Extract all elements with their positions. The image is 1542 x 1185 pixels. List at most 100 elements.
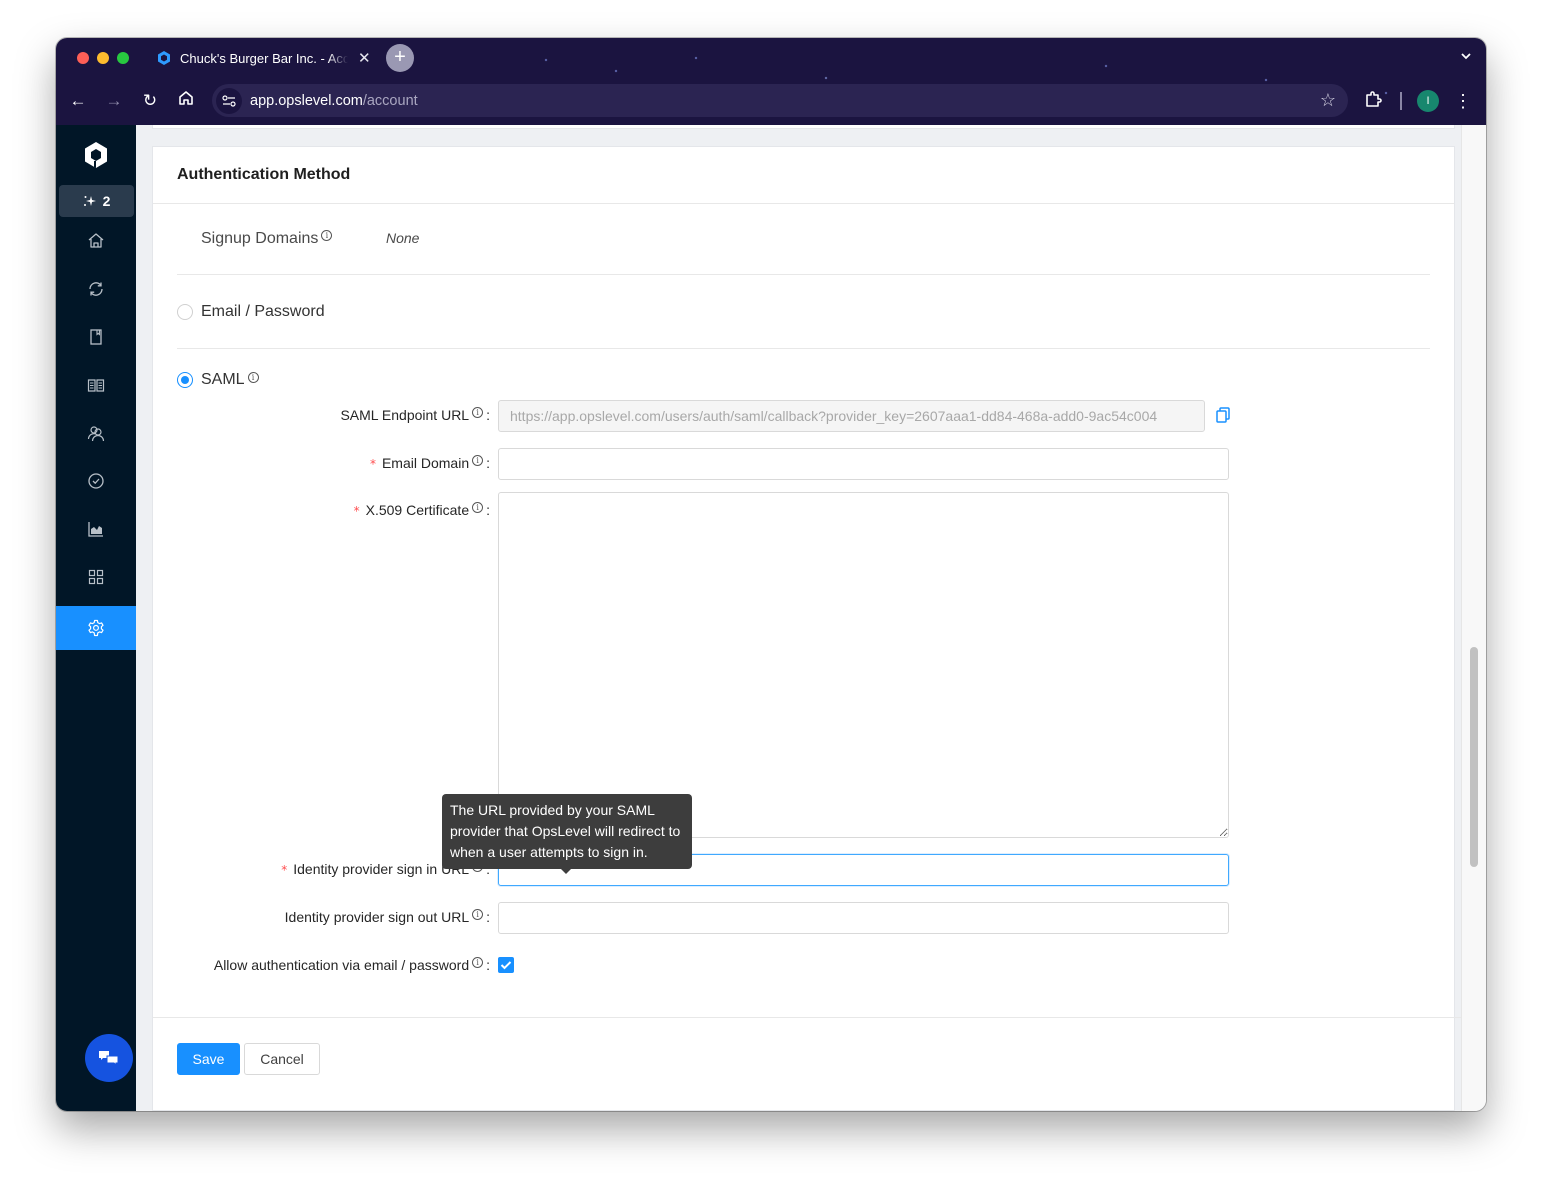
sidebar-item-teams[interactable] — [56, 411, 136, 455]
save-button[interactable]: Save — [177, 1043, 240, 1075]
checkmark-icon — [500, 961, 512, 970]
certificate-row: * X.509 Certificate i: — [177, 492, 1237, 843]
area-chart-icon — [88, 522, 103, 537]
email-domain-label: * Email Domain i: — [177, 448, 490, 480]
info-icon[interactable]: i — [247, 371, 259, 383]
email-domain-input[interactable] — [498, 448, 1229, 480]
saml-label: SAML — [201, 371, 245, 388]
sidebar-item-checks[interactable] — [56, 459, 136, 503]
new-tab-button[interactable]: + — [386, 44, 414, 72]
opslevel-favicon-icon — [158, 51, 170, 65]
browser-tab[interactable]: Chuck's Burger Bar Inc. - Account ✕ — [148, 44, 378, 72]
email-domain-field — [498, 448, 1229, 480]
sidebar-item-integrations[interactable] — [56, 555, 136, 599]
info-icon[interactable]: i — [472, 455, 484, 466]
signout-url-row: Identity provider sign out URL i: — [177, 902, 1237, 934]
saml-endpoint-row: SAML Endpoint URL i: — [177, 400, 1237, 432]
sidebar-item-reports[interactable] — [56, 507, 136, 551]
required-mark: * — [281, 863, 288, 877]
card-footer: Save Cancel — [153, 1017, 1461, 1111]
tab-search-chevron-icon[interactable] — [1460, 48, 1472, 63]
site-settings-icon[interactable] — [216, 87, 242, 114]
label-colon: : — [486, 407, 490, 423]
page-scrollbar[interactable] — [1461, 125, 1486, 1111]
cancel-button[interactable]: Cancel — [244, 1043, 320, 1075]
certificate-label-text: X.509 Certificate — [365, 502, 470, 518]
ai-suggestions-button[interactable]: 2 — [59, 185, 134, 217]
allow-password-checkbox[interactable] — [498, 957, 514, 973]
email-domain-row: * Email Domain i: — [177, 448, 1237, 480]
certificate-textarea[interactable] — [498, 492, 1229, 838]
card-title: Authentication Method — [177, 166, 351, 183]
ai-suggestions-count: 2 — [102, 193, 111, 209]
tab-title: Chuck's Burger Bar Inc. - Account — [180, 50, 348, 66]
book-icon — [90, 329, 102, 345]
label-colon: : — [486, 909, 490, 925]
forward-arrow-icon[interactable]: → — [103, 90, 125, 112]
url-path: /account — [362, 92, 418, 109]
chat-bubbles-icon — [99, 1051, 119, 1067]
card-header: Authentication Method — [153, 147, 1454, 204]
profile-avatar[interactable]: I — [1417, 90, 1439, 112]
allow-password-label: Allow authentication via email / passwor… — [177, 950, 490, 973]
sparkle-icon — [83, 196, 96, 206]
grid-icon — [88, 569, 104, 585]
signup-domains-label-text: Signup Domains — [201, 230, 319, 247]
reload-icon[interactable]: ↻ — [139, 90, 161, 112]
browser-window: Chuck's Burger Bar Inc. - Account ✕ + ← … — [56, 38, 1486, 1111]
info-icon[interactable]: i — [472, 957, 484, 968]
home-icon — [88, 233, 104, 248]
saml-endpoint-input — [498, 400, 1205, 432]
home-button[interactable] — [175, 90, 197, 112]
home-icon — [179, 91, 193, 105]
sidebar-item-docs[interactable] — [56, 363, 136, 407]
tab-close-icon[interactable]: ✕ — [358, 49, 371, 67]
support-chat-button[interactable] — [85, 1034, 133, 1082]
opslevel-logo-icon[interactable] — [82, 141, 110, 169]
signout-url-input[interactable] — [498, 902, 1229, 934]
gear-icon — [88, 619, 104, 637]
info-icon[interactable]: i — [321, 230, 333, 241]
signin-url-row: *Identity provider sign in URLi: — [177, 854, 1237, 886]
sync-icon — [89, 282, 103, 296]
email-password-option[interactable]: Email / Password — [177, 276, 1430, 349]
close-window-button[interactable] — [77, 52, 89, 64]
saml-radio[interactable] — [177, 372, 193, 388]
minimize-window-button[interactable] — [97, 52, 109, 64]
sidebar-item-home[interactable] — [56, 219, 136, 263]
info-icon[interactable]: i — [472, 909, 484, 920]
extensions-puzzle-icon[interactable] — [1364, 90, 1386, 112]
users-icon — [87, 426, 105, 442]
back-arrow-icon[interactable]: ← — [67, 90, 89, 112]
label-colon: : — [486, 455, 490, 471]
signout-url-label-text: Identity provider sign out URL — [284, 909, 470, 925]
email-password-label: Email / Password — [201, 303, 325, 320]
previous-card-bottom — [152, 125, 1455, 129]
open-book-icon — [87, 379, 105, 392]
check-circle-icon — [88, 473, 104, 489]
allow-password-label-text: Allow authentication via email / passwor… — [213, 957, 470, 973]
bookmark-star-icon[interactable]: ☆ — [1320, 90, 1336, 111]
label-colon: : — [486, 502, 490, 518]
sidebar-item-catalog[interactable] — [56, 315, 136, 359]
allow-password-field — [498, 950, 514, 973]
address-bar[interactable]: app.opslevel.com/account ☆ — [212, 84, 1348, 117]
sidebar-item-settings[interactable] — [56, 606, 136, 650]
browser-menu-icon[interactable]: ⋮ — [1454, 90, 1472, 112]
sidebar-item-sync[interactable] — [56, 267, 136, 311]
email-password-radio[interactable] — [177, 304, 193, 320]
info-icon[interactable]: i — [472, 502, 484, 513]
url-host: app.opslevel.com — [250, 92, 363, 109]
copy-icon[interactable] — [1216, 407, 1231, 423]
info-icon[interactable]: i — [472, 407, 484, 418]
saml-endpoint-field — [498, 400, 1231, 432]
saml-option[interactable]: SAML i — [177, 371, 259, 389]
maximize-window-button[interactable] — [117, 52, 129, 64]
certificate-field — [498, 492, 1229, 843]
main-content: Authentication Method Signup Domains i No… — [136, 125, 1461, 1111]
scrollbar-thumb[interactable] — [1470, 647, 1478, 867]
signin-url-tooltip: The URL provided by your SAML provider t… — [442, 794, 692, 874]
authentication-method-card: Authentication Method Signup Domains i No… — [152, 146, 1461, 1111]
signout-url-field — [498, 902, 1229, 934]
browser-chrome: Chuck's Burger Bar Inc. - Account ✕ + ← … — [56, 38, 1486, 125]
